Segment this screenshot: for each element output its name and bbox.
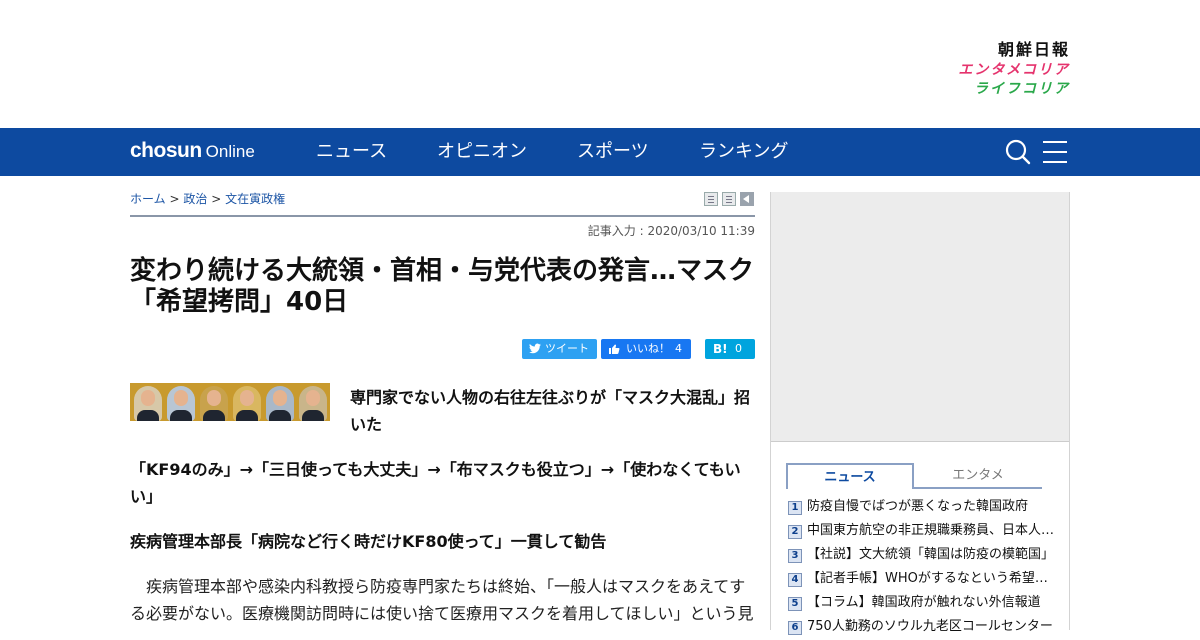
nav-item-ranking[interactable]: ランキング [699,128,788,176]
tweet-label: ツイート [545,342,589,355]
article-title: 変わり続ける大統領・首相・与党代表の発言…マスク「希望拷問」40日 [130,256,755,317]
rank-number: 1 [788,501,802,515]
twitter-bird-icon [529,339,541,361]
ranking-item[interactable]: 4 【記者手帳】WHOがするなという希望の押し売り [786,568,1056,592]
back-icon[interactable] [740,192,754,206]
like-label: いいね！ [626,342,670,355]
rank-title: 防疫自慢でばつが悪くなった韓国政府 [807,499,1029,514]
text-view-icon[interactable] [722,192,736,206]
print-icon[interactable] [704,192,718,206]
rank-number: 5 [788,597,802,611]
portrait [200,386,228,421]
brand-links: 朝鮮日報 エンタメコリア ライフコリア [930,42,1070,97]
ranking-item[interactable]: 5 【コラム】韓国政府が触れない外信報道 [786,592,1056,616]
sidebar: ニュース エンタメ 1 防疫自慢でばつが悪くなった韓国政府 2 中国東方航空の非… [770,192,1070,635]
breadcrumb-separator: > [169,192,180,206]
breadcrumb-separator: > [211,192,222,206]
ranking-item[interactable]: 6 750人勤務のソウル九老区コールセンター [786,616,1056,640]
nav-item-news[interactable]: ニュース [316,128,387,176]
life-korea-link[interactable]: ライフコリア [930,82,1070,96]
like-count: 4 [675,342,682,355]
ranking-item[interactable]: 1 防疫自慢でばつが悪くなった韓国政府 [786,496,1056,520]
rank-title: 【コラム】韓国政府が触れない外信報道 [807,595,1041,610]
rank-title: 中国東方航空の非正規職乗務員、日本人の搭乗を拒否 [807,523,1055,538]
article-dateline: 記事入力 : 2020/03/10 11:39 [587,224,755,238]
nav-item-sports[interactable]: スポーツ [577,128,649,176]
portrait [167,386,195,421]
logo-wordmark: chosun [130,139,202,162]
nav-item-opinion[interactable]: オピニオン [437,128,527,176]
ad-slot [771,192,1069,442]
portrait [134,386,162,421]
hatena-icon: B! [713,342,728,356]
site-logo[interactable]: chosun Online [130,139,255,164]
breadcrumb-moon-government[interactable]: 文在寅政権 [225,192,285,206]
ranking-item[interactable]: 3 【社説】文大統領「韓国は防疫の模範国」 [786,544,1056,568]
rank-number: 2 [788,525,802,539]
breadcrumb-home[interactable]: ホーム [130,192,166,206]
logo-subtext: Online [205,142,255,161]
breadcrumb: ホーム > 政治 > 文在寅政権 [130,190,285,207]
tab-entame[interactable]: エンタメ [914,463,1042,489]
hatena-count: 0 [735,342,742,355]
tweet-button[interactable]: ツイート [522,339,597,359]
ranking-item[interactable]: 2 中国東方航空の非正規職乗務員、日本人の搭乗を拒否 [786,520,1056,544]
breadcrumb-divider [130,215,755,217]
subhead: 「KF94のみ」→「三日使っても大丈夫」→「布マスクも役立つ」→「使わなくてもい… [130,460,741,506]
breadcrumb-politics[interactable]: 政治 [183,192,207,206]
article-body-paragraph: 疾病管理本部や感染内科教授ら防疫専門家たちは終始、「一般人はマスクをあえてする必… [130,577,754,623]
tab-news[interactable]: ニュース [786,463,914,489]
menu-icon[interactable] [1043,141,1067,163]
facebook-like-button[interactable]: いいね！ 4 [601,339,691,359]
portrait [233,386,261,421]
search-icon[interactable] [1005,139,1031,165]
portrait [266,386,294,421]
chosun-ilbo-link[interactable]: 朝鮮日報 [930,42,1070,58]
article-thumbnail[interactable] [130,383,330,421]
rank-number: 4 [788,573,802,587]
rank-number: 3 [788,549,802,563]
thumbs-up-icon [608,339,620,362]
subhead: 疾病管理本部長「病院など行く時だけKF80使って」一貫して勧告 [130,532,607,551]
subhead: 専門家でない人物の右往左往ぶりが「マスク大混乱」招いた [350,388,751,434]
rank-title: 【社説】文大統領「韓国は防疫の模範国」 [807,547,1055,562]
entame-korea-link[interactable]: エンタメコリア [930,63,1070,77]
rank-number: 6 [788,621,802,635]
hatena-bookmark-button[interactable]: B! 0 [705,339,755,359]
rank-title: 【記者手帳】WHOがするなという希望の押し売り [807,571,1055,586]
rank-title: 750人勤務のソウル九老区コールセンター [807,619,1053,634]
top-header: 朝鮮日報 エンタメコリア ライフコリア [0,0,1200,128]
portrait [299,386,327,421]
ranking-tabs: ニュース エンタメ [786,463,1042,489]
